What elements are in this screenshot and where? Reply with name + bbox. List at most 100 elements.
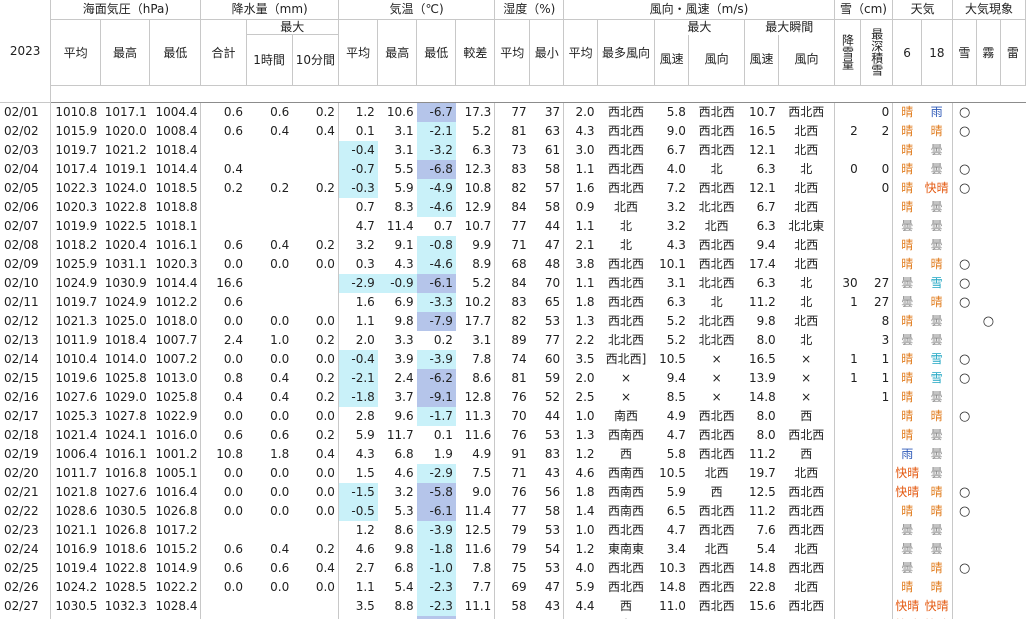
- table-row: 02/03 1019.7 1021.2 1018.4 -0.4 3.1 -3.2 6.3 73 6…: [0, 141, 1026, 160]
- snow-depth-cell: [861, 559, 893, 578]
- weather-18-cell: 曇: [930, 200, 943, 214]
- wind-avg-cell: 1.1: [563, 274, 598, 293]
- precip-1h-cell: [246, 274, 292, 293]
- humidity-avg-cell: 75: [494, 559, 530, 578]
- precip-total-cell: 10.8: [200, 445, 247, 464]
- pressure-min-cell: 1026.8: [155, 504, 198, 518]
- weather-6-cell: 晴: [892, 198, 922, 217]
- table-row: 02/19 1006.4 1016.1 1001.2 10.8 1.8 0.4 4.3 6.8 1…: [0, 445, 1026, 464]
- phen-thunder-cell: [1000, 540, 1025, 559]
- pressure-avg-cell: 1021.1: [50, 521, 101, 540]
- gust-speed-cell: 15.6: [748, 599, 776, 613]
- pressure-max-cell: 1025.8: [104, 371, 147, 385]
- date-cell: 02/16: [4, 390, 39, 404]
- precip-1h-cell: 0.0: [270, 466, 290, 480]
- pressure-avg-cell: 1006.4: [50, 445, 101, 464]
- gust-dir-cell: 北西: [794, 314, 819, 328]
- wind-max-speed-cell: 4.7: [666, 428, 686, 442]
- pressure-avg-cell: 1030.5: [50, 597, 101, 616]
- wind-max-dir-cell: ×: [711, 371, 722, 385]
- snowfall-cell: 1: [833, 293, 861, 312]
- temp-range-cell: 10.8: [464, 181, 492, 195]
- temp-max-cell: 11.7: [386, 428, 414, 442]
- date-cell: 02/14: [4, 352, 39, 366]
- temp-min-cell: -7.9: [416, 312, 456, 331]
- pressure-min-cell: 1005.1: [155, 466, 198, 480]
- humidity-min-cell: 77: [544, 333, 561, 347]
- temp-range-cell: 17.3: [464, 105, 492, 119]
- snowfall-cell: [833, 521, 861, 540]
- temp-avg-cell: 1.5: [337, 464, 378, 483]
- gust-dir-cell: 北西: [794, 257, 819, 271]
- weather-18-cell: 曇: [930, 219, 943, 233]
- weather-6-cell: 曇: [892, 540, 922, 559]
- pressure-header: 海面気圧（hPa): [50, 0, 202, 20]
- weather-6-cell: 曇: [892, 217, 922, 236]
- pressure-min-cell: 1007.7: [155, 333, 198, 347]
- phen-thunder-cell: [1000, 426, 1025, 445]
- pressure-max-cell: 1030.5: [104, 504, 147, 518]
- humidity-avg-cell: 84: [494, 274, 530, 293]
- snow-header: 雪（cm): [834, 0, 894, 20]
- gust-dir-cell: ×: [801, 371, 812, 385]
- pressure-avg-cell: 1024.2: [50, 578, 101, 597]
- weather-18-cell: 晴: [930, 124, 943, 138]
- gust-speed-cell: 6.7: [756, 200, 776, 214]
- phen-fog-cell: [976, 236, 1000, 255]
- humidity-min-cell: 57: [544, 181, 561, 195]
- wind-max-dir-cell: 西北西: [698, 523, 735, 537]
- weather-6-cell: 晴: [892, 350, 922, 369]
- humidity-avg-cell: 74: [494, 350, 530, 369]
- phen-snow-cell: [951, 331, 977, 350]
- phenomena-header: 大気現象: [952, 0, 1026, 20]
- wind-mostdir-cell: 西北西: [608, 523, 645, 537]
- wind-max-speed-cell: 10.3: [659, 561, 686, 575]
- phen-fog-cell: [976, 160, 1000, 179]
- gust-speed-cell: 8.0: [756, 409, 776, 423]
- table-row: 02/20 1011.7 1016.8 1005.1 0.0 0.0 0.0 1.5 4.6 -2…: [0, 464, 1026, 483]
- wind-mostdir-cell: 東南東: [608, 542, 645, 556]
- temp-avg-cell: 2.0: [337, 331, 378, 350]
- precip-1h-header: 1時間: [246, 34, 293, 86]
- wind-max-dir-cell: 西北西: [698, 143, 735, 157]
- snowfall-cell: [833, 445, 861, 464]
- precip-total-cell: 0.4: [200, 160, 247, 179]
- phen-fog-cell: ○: [982, 314, 995, 329]
- gust-dir-cell: 北: [800, 276, 813, 290]
- date-cell: 02/13: [4, 333, 39, 347]
- temp-range-cell: 12.8: [464, 390, 492, 404]
- date-cell: 02/22: [4, 504, 39, 518]
- snow-depth-cell: 3: [881, 333, 890, 347]
- phen-snow-cell: [951, 217, 977, 236]
- wind-max-speed-cell: 10.5: [659, 352, 686, 366]
- snowfall-cell: 0: [833, 160, 861, 179]
- temp-min-cell: 0.1: [433, 428, 453, 442]
- weather-6-cell: 晴: [892, 160, 922, 179]
- wind-max-speed-cell: 10.5: [659, 466, 686, 480]
- temp-min-cell: -6.1: [416, 502, 456, 521]
- humidity-min-cell: 53: [544, 523, 561, 537]
- phen-snow-cell: ○: [951, 160, 977, 179]
- temp-min-cell: -1.7: [416, 407, 456, 426]
- precip-10m-cell: 0.2: [315, 333, 335, 347]
- pressure-min-cell: 1014.9: [155, 561, 198, 575]
- weather-6-cell: 晴: [892, 255, 922, 274]
- precip-header: 降水量（mm): [200, 0, 339, 20]
- pressure-avg-cell: 1021.3: [50, 312, 101, 331]
- temp-max-header: 最高: [377, 19, 418, 86]
- wind-max-dir-cell: 北北西: [698, 200, 735, 214]
- precip-total-cell: 0.0: [200, 350, 247, 369]
- wind-mostdir-cell: 西: [620, 447, 633, 461]
- pressure-avg-cell: 1015.9: [50, 122, 101, 141]
- humidity-header: 湿度（%): [494, 0, 565, 20]
- snowfall-cell: [833, 331, 861, 350]
- temp-max-cell: 6.8: [394, 447, 414, 461]
- snow-depth-cell: 27: [874, 295, 890, 309]
- precip-10m-cell: 0.2: [315, 390, 335, 404]
- gust-speed-cell: 7.6: [756, 523, 776, 537]
- pressure-max-cell: 1032.3: [104, 599, 147, 613]
- wind-mostdir-cell: 西: [620, 599, 633, 613]
- phen-fog-cell: [976, 407, 1000, 426]
- wind-mostdir-cell: 西南西: [608, 428, 645, 442]
- phen-thunder-cell: [1000, 578, 1025, 597]
